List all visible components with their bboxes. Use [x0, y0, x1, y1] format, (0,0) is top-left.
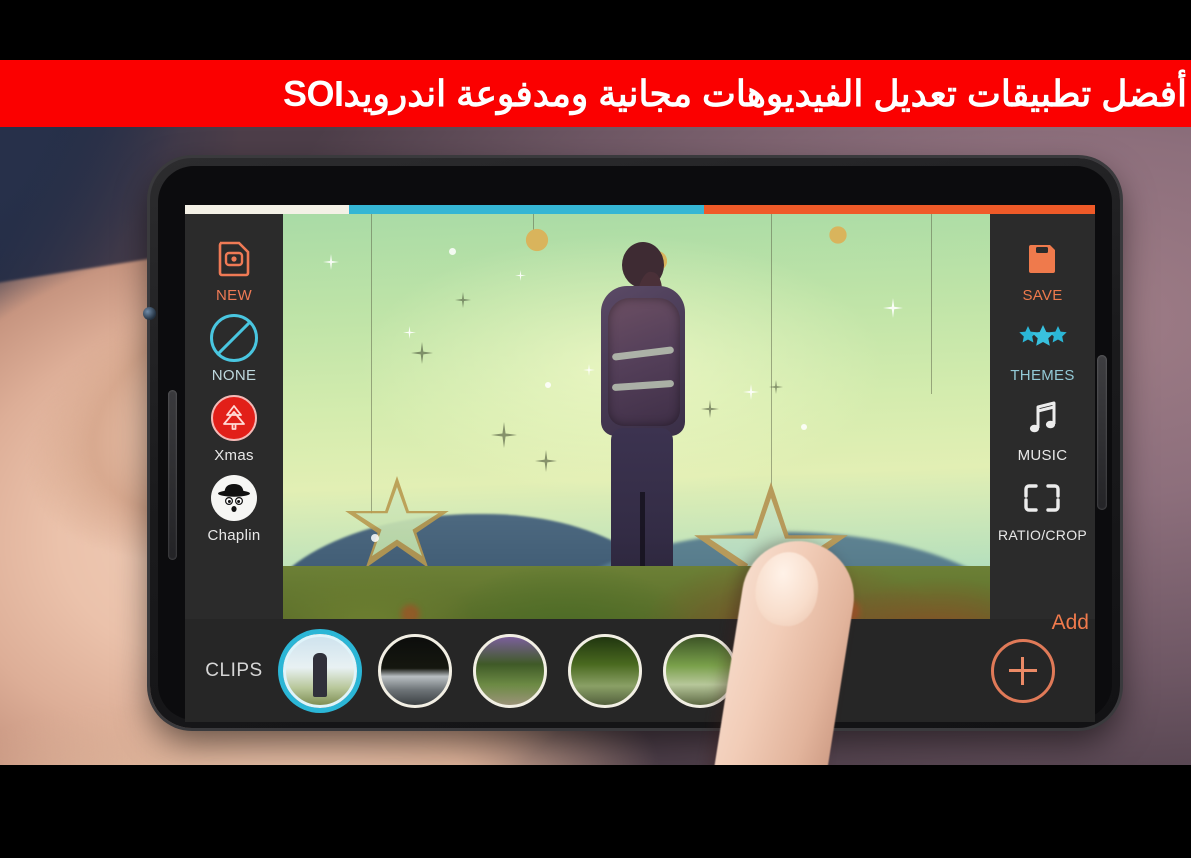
add-label: Add [1051, 610, 1089, 634]
clips-label: CLIPS [205, 659, 263, 681]
tool-ratio-crop-label: RATIO/CROP [997, 527, 1088, 543]
progress-segment-cyan [348, 205, 704, 214]
tool-save[interactable]: SAVE [1022, 232, 1062, 304]
light-dot-3 [801, 424, 807, 430]
top-progress-bar[interactable] [185, 205, 1095, 214]
three-stars-icon [1017, 312, 1069, 364]
clip-thumbnail-list [283, 633, 950, 708]
progress-segment-white [185, 205, 349, 214]
tool-none-label: NONE [211, 367, 257, 384]
screenshot-root: 00:00 / 00:15 NEW NON [0, 0, 1191, 858]
add-clip-button[interactable] [990, 638, 1055, 703]
tool-ratio-crop[interactable]: RATIO/CROP [998, 472, 1087, 543]
chaplin-face-icon [211, 472, 257, 524]
app-screen: 00:00 / 00:15 NEW NON [185, 205, 1095, 722]
tool-themes[interactable]: THEMES [1010, 312, 1074, 384]
tool-music[interactable]: MUSIC [1018, 392, 1068, 464]
christmas-tree-icon [211, 392, 257, 444]
tool-music-label: MUSIC [1017, 447, 1068, 464]
hiker-backpack [608, 298, 680, 426]
tool-new[interactable]: NEW [215, 232, 253, 304]
tool-none[interactable]: NONE [210, 312, 258, 384]
dark-sparkle-1 [411, 342, 433, 364]
front-camera-icon [143, 307, 156, 320]
light-dot-1 [449, 248, 456, 255]
speaker-grille-right [1097, 355, 1107, 510]
star-burst-1 [505, 214, 569, 272]
dark-sparkle-2 [455, 292, 471, 308]
dark-sparkle-4 [535, 450, 557, 472]
bottom-letterbox [0, 765, 1191, 858]
tool-chaplin-label: Chaplin [207, 527, 261, 544]
add-clip-area: Add [950, 611, 1095, 703]
new-video-icon [215, 232, 253, 284]
speaker-grille-left [168, 390, 177, 560]
star-wire-1 [371, 214, 372, 514]
star-wire-4 [931, 214, 932, 394]
plus-vertical-bar [1021, 656, 1024, 685]
sparkle-5 [883, 298, 903, 318]
clip-thumbnail-3[interactable] [473, 633, 547, 708]
tool-chaplin[interactable]: Chaplin [208, 472, 261, 544]
star-wire-3 [771, 214, 772, 496]
clip-thumbnail-1[interactable] [283, 633, 357, 708]
dark-sparkle-3 [491, 422, 517, 448]
headline-banner-text: أفضل تطبيقات تعديل الفيديوهات مجانية ومد… [283, 72, 1187, 114]
star-burst-3 [813, 214, 863, 260]
none-circle-slash-icon [210, 312, 258, 364]
clip-thumbnail-4[interactable] [568, 633, 642, 708]
tool-save-label: SAVE [1022, 287, 1063, 304]
sparkle-1 [323, 254, 339, 270]
floppy-save-icon [1023, 232, 1061, 284]
tool-xmas-label: Xmas [214, 447, 254, 464]
tool-new-label: NEW [216, 287, 252, 304]
sparkle-6 [743, 384, 759, 400]
tool-xmas[interactable]: Xmas [211, 392, 257, 464]
tool-themes-label: THEMES [1010, 367, 1075, 384]
crop-brackets-icon [1022, 472, 1062, 524]
sparkle-2 [403, 326, 416, 339]
light-dot-4 [371, 534, 379, 542]
clip-1-figure [313, 652, 327, 697]
sparkle-3 [515, 270, 526, 281]
light-dot-2 [545, 382, 551, 388]
clips-bar: CLIPS Add [185, 611, 1095, 722]
progress-segment-orange [703, 205, 1095, 214]
headline-banner: أفضل تطبيقات تعديل الفيديوهات مجانية ومد… [0, 60, 1191, 127]
music-note-icon [1024, 392, 1062, 444]
clip-thumbnail-2[interactable] [378, 633, 452, 708]
